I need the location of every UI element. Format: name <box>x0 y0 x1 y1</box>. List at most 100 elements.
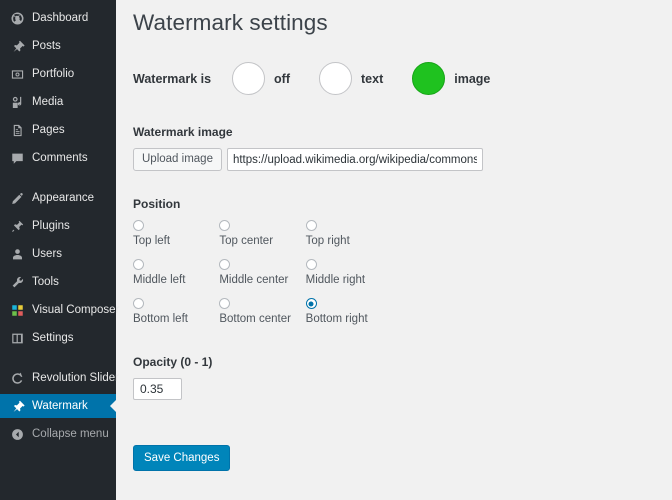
revolution-slider-icon <box>9 370 25 386</box>
position-grid: Top left Top center Top right Middle lef… <box>133 220 378 325</box>
position-radio-bottom-right[interactable] <box>305 298 317 309</box>
watermark-mode-text[interactable]: text <box>319 62 383 95</box>
position-label-bottom-right: Bottom right <box>305 313 368 325</box>
opacity-label: Opacity (0 - 1) <box>133 355 213 369</box>
position-radio-bottom-left[interactable] <box>133 298 144 309</box>
position-label-middle-left: Middle left <box>133 274 186 286</box>
sidebar-item-label: Users <box>32 248 63 260</box>
sidebar-item-label: Tools <box>32 276 59 288</box>
watermark-mode-text-label: text <box>361 71 384 86</box>
position-radio-middle-left[interactable] <box>133 259 144 270</box>
upload-image-button[interactable]: Upload image <box>133 148 222 171</box>
position-row-bottom: Bottom left Bottom center Bottom right <box>133 298 378 325</box>
users-icon <box>9 246 25 262</box>
position-option-middle-center[interactable]: Middle center <box>219 259 291 286</box>
position-label: Position <box>133 197 181 211</box>
visual-composer-icon <box>9 302 25 318</box>
position-option-bottom-left[interactable]: Bottom left <box>133 298 205 325</box>
admin-screen: Dashboard Posts Portfolio Media Pages Co… <box>0 0 672 500</box>
position-option-top-center[interactable]: Top center <box>219 220 291 247</box>
opacity-input[interactable] <box>133 378 182 400</box>
position-option-bottom-right[interactable]: Bottom right <box>305 298 378 325</box>
sidebar-item-label: Posts <box>32 40 61 52</box>
watermark-mode-off-circle[interactable] <box>232 62 266 95</box>
save-changes-button[interactable]: Save Changes <box>133 445 231 471</box>
sidebar-item-label: Collapse menu <box>32 428 109 440</box>
position-row-middle: Middle left Middle center Middle right <box>133 259 378 286</box>
sidebar-item-label: Appearance <box>32 192 95 204</box>
watermark-mode-off[interactable]: off <box>232 62 290 95</box>
watermark-image-label: Watermark image <box>133 125 233 139</box>
position-option-middle-right[interactable]: Middle right <box>305 259 378 286</box>
sidebar-item-posts[interactable]: Posts <box>0 34 116 58</box>
save-row: Save Changes <box>133 445 672 471</box>
dashboard-icon <box>9 10 25 26</box>
sidebar-item-label: Media <box>32 96 64 108</box>
position-option-bottom-center[interactable]: Bottom center <box>219 298 291 325</box>
watermark-mode-image-label: image <box>454 71 491 86</box>
sidebar-item-label: Visual Composer <box>32 304 120 316</box>
position-radio-top-right[interactable] <box>305 220 317 231</box>
position-radio-middle-right[interactable] <box>305 259 317 270</box>
position-label-top-center: Top center <box>219 235 274 247</box>
watermark-mode-text-circle[interactable] <box>319 62 353 95</box>
sidebar-separator <box>0 354 116 366</box>
sidebar-item-users[interactable]: Users <box>0 242 116 266</box>
sidebar-item-dashboard[interactable]: Dashboard <box>0 6 116 30</box>
sidebar-item-label: Plugins <box>32 220 70 232</box>
sidebar-item-label: Dashboard <box>32 12 89 24</box>
sidebar-item-portfolio[interactable]: Portfolio <box>0 62 116 86</box>
admin-sidebar: Dashboard Posts Portfolio Media Pages Co… <box>0 0 120 500</box>
position-label-top-right: Top right <box>305 235 350 247</box>
sidebar-item-visual-composer[interactable]: Visual Composer <box>0 298 120 322</box>
sidebar-item-watermark[interactable]: Watermark <box>0 394 116 418</box>
watermark-mode-image-circle[interactable] <box>412 62 446 95</box>
comments-icon <box>9 150 25 166</box>
position-label-bottom-center: Bottom center <box>219 313 291 325</box>
watermark-mode-off-label: off <box>274 71 291 86</box>
sidebar-item-plugins[interactable]: Plugins <box>0 214 116 238</box>
sidebar-item-label: Comments <box>32 152 88 164</box>
position-radio-top-left[interactable] <box>133 220 144 231</box>
pin-icon <box>9 38 25 54</box>
position-label-top-left: Top left <box>133 235 171 247</box>
brush-icon <box>9 190 25 206</box>
sidebar-item-comments[interactable]: Comments <box>0 146 116 170</box>
sidebar-item-revolution-slider[interactable]: Revolution Slider <box>0 366 119 390</box>
sidebar-item-collapse-menu[interactable]: Collapse menu <box>0 422 116 446</box>
collapse-icon <box>9 426 25 442</box>
position-option-middle-left[interactable]: Middle left <box>133 259 205 286</box>
position-label-bottom-left: Bottom left <box>133 313 188 325</box>
sidebar-item-media[interactable]: Media <box>0 90 116 114</box>
watermark-mode-image[interactable]: image <box>412 62 490 95</box>
sidebar-item-settings[interactable]: Settings <box>0 326 116 350</box>
watermark-image-url-input[interactable] <box>226 148 483 171</box>
pin-icon <box>9 398 25 414</box>
sidebar-item-tools[interactable]: Tools <box>0 270 116 294</box>
main-content: Watermark settings Watermark is off text… <box>116 0 672 500</box>
position-option-top-left[interactable]: Top left <box>133 220 205 247</box>
media-icon <box>9 94 25 110</box>
portfolio-icon <box>9 66 25 82</box>
position-radio-middle-center[interactable] <box>219 259 231 270</box>
sidebar-item-label: Watermark <box>32 400 88 412</box>
watermark-is-label: Watermark is <box>133 71 212 86</box>
sidebar-item-label: Revolution Slider <box>32 372 119 384</box>
watermark-image-row: Upload image <box>133 148 672 171</box>
sidebar-separator <box>0 174 116 186</box>
position-option-top-right[interactable]: Top right <box>305 220 378 247</box>
sidebar-item-label: Pages <box>32 124 65 136</box>
position-row-top: Top left Top center Top right <box>133 220 378 247</box>
position-label-middle-right: Middle right <box>305 274 366 286</box>
position-radio-top-center[interactable] <box>219 220 231 231</box>
sidebar-item-pages[interactable]: Pages <box>0 118 116 142</box>
page-title: Watermark settings <box>133 10 328 35</box>
tools-icon <box>9 274 25 290</box>
sidebar-item-label: Portfolio <box>32 68 75 80</box>
position-label-middle-center: Middle center <box>219 274 289 286</box>
pages-icon <box>9 122 25 138</box>
plugins-icon <box>9 218 25 234</box>
sidebar-item-label: Settings <box>32 332 74 344</box>
position-radio-bottom-center[interactable] <box>219 298 231 309</box>
sidebar-item-appearance[interactable]: Appearance <box>0 186 116 210</box>
